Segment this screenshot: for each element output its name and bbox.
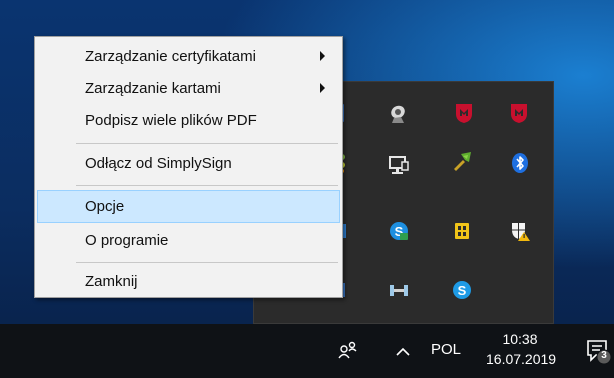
input-language-indicator[interactable]: POL <box>431 341 461 358</box>
menu-item-certificate-management[interactable]: Zarządzanie certyfikatami <box>37 40 340 73</box>
menu-item-label: O programie <box>85 232 169 249</box>
menu-item-card-management[interactable]: Zarządzanie kartami <box>37 72 340 105</box>
mcafee-shield-icon[interactable] <box>508 102 530 124</box>
notification-count-badge: 3 <box>601 350 607 361</box>
menu-item-close[interactable]: Zamknij <box>37 265 340 298</box>
menu-item-label: Podpisz wiele plików PDF <box>85 112 257 129</box>
menu-item-options[interactable]: Opcje <box>37 190 340 223</box>
menu-item-label: Zamknij <box>85 273 138 290</box>
clock-date: 16.07.2019 <box>486 351 557 367</box>
vpn-connector-icon[interactable] <box>388 279 410 301</box>
chevron-up-icon[interactable] <box>393 342 413 362</box>
context-menu: Zarządzanie certyfikatami Zarządzanie ka… <box>34 36 343 298</box>
security-warning-shield-icon[interactable] <box>509 220 531 242</box>
menu-item-label: Zarządzanie certyfikatami <box>85 48 256 65</box>
menu-item-label: Odłącz od SimplySign <box>85 155 232 172</box>
satellite-dish-icon[interactable] <box>388 102 410 124</box>
menu-separator <box>76 143 338 144</box>
menu-separator <box>76 185 338 186</box>
menu-separator <box>76 262 338 263</box>
menu-item-label: Opcje <box>85 198 125 215</box>
action-center-icon[interactable]: 3 <box>586 337 612 365</box>
submenu-arrow-icon <box>320 83 325 93</box>
menu-item-sign-multiple-pdf[interactable]: Podpisz wiele plików PDF <box>37 104 340 137</box>
people-icon[interactable] <box>336 338 360 362</box>
clock-time: 10:38 <box>502 331 538 347</box>
skype-business-icon[interactable]: S <box>388 220 410 242</box>
sim-card-icon[interactable] <box>451 220 473 242</box>
taskbar: POL 10:38 16.07.2019 3 <box>0 324 614 378</box>
menu-item-disconnect-simplysign[interactable]: Odłącz od SimplySign <box>37 147 340 180</box>
svg-text:S: S <box>458 283 467 298</box>
submenu-arrow-icon <box>320 51 325 61</box>
clock[interactable]: 10:38 16.07.2019 <box>486 329 557 369</box>
bluetooth-icon[interactable] <box>509 152 531 174</box>
menu-item-label: Zarządzanie kartami <box>85 80 221 97</box>
menu-item-about[interactable]: O programie <box>37 224 340 257</box>
network-monitor-icon[interactable] <box>388 154 410 176</box>
skype-icon[interactable]: S <box>451 279 473 301</box>
mcafee-shield-icon[interactable] <box>453 102 475 124</box>
green-tool-icon[interactable] <box>451 150 473 172</box>
